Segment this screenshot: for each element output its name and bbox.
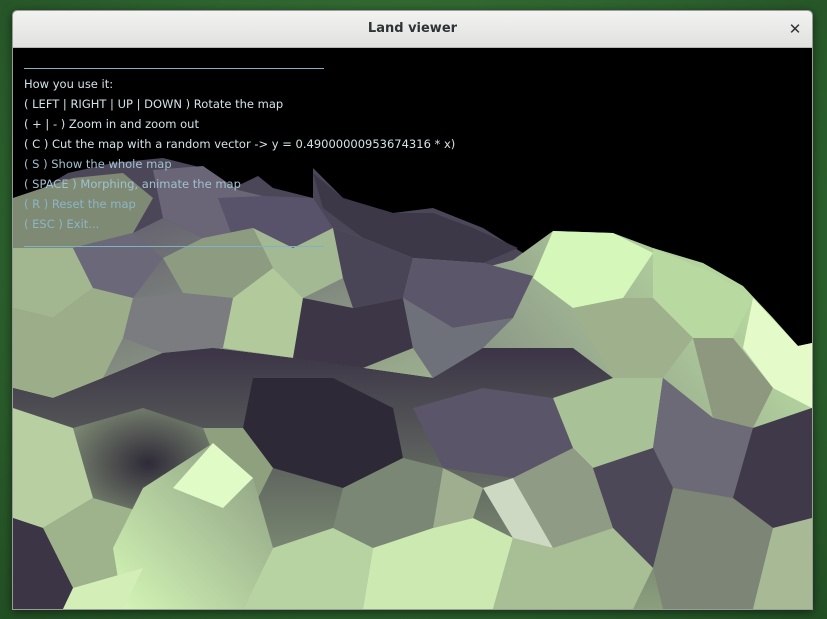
help-line-reset: ( R ) Reset the map bbox=[24, 197, 136, 211]
window-title: Land viewer bbox=[367, 21, 458, 36]
help-line-morph: ( SPACE ) Morphing, animate the map bbox=[24, 177, 241, 191]
help-rule-bottom bbox=[24, 246, 324, 247]
app-window: Land viewer ✕ How you use it: (LEFT | R… bbox=[12, 10, 813, 610]
help-line-exit: ( ESC ) Exit... bbox=[24, 217, 100, 231]
help-line-show: ( S ) Show the whole map bbox=[24, 157, 172, 171]
help-line-zoom: ( + | - ) Zoom in and zoom out bbox=[24, 117, 199, 131]
help-line-rotate: ( LEFT | RIGHT | UP | DOWN ) Rotate the … bbox=[24, 97, 284, 111]
help-overlay: How you use it: ( LEFT | RIGHT | UP | DO… bbox=[24, 68, 456, 247]
help-rule-top bbox=[24, 68, 324, 69]
help-line-cut: ( C ) Cut the map with a random vector -… bbox=[24, 137, 456, 151]
title-bar[interactable]: Land viewer ✕ bbox=[13, 11, 812, 48]
close-button[interactable]: ✕ bbox=[784, 18, 806, 40]
land-viewport[interactable]: How you use it: ( LEFT | RIGHT | UP | DO… bbox=[13, 48, 812, 609]
help-heading: How you use it: bbox=[24, 77, 114, 91]
